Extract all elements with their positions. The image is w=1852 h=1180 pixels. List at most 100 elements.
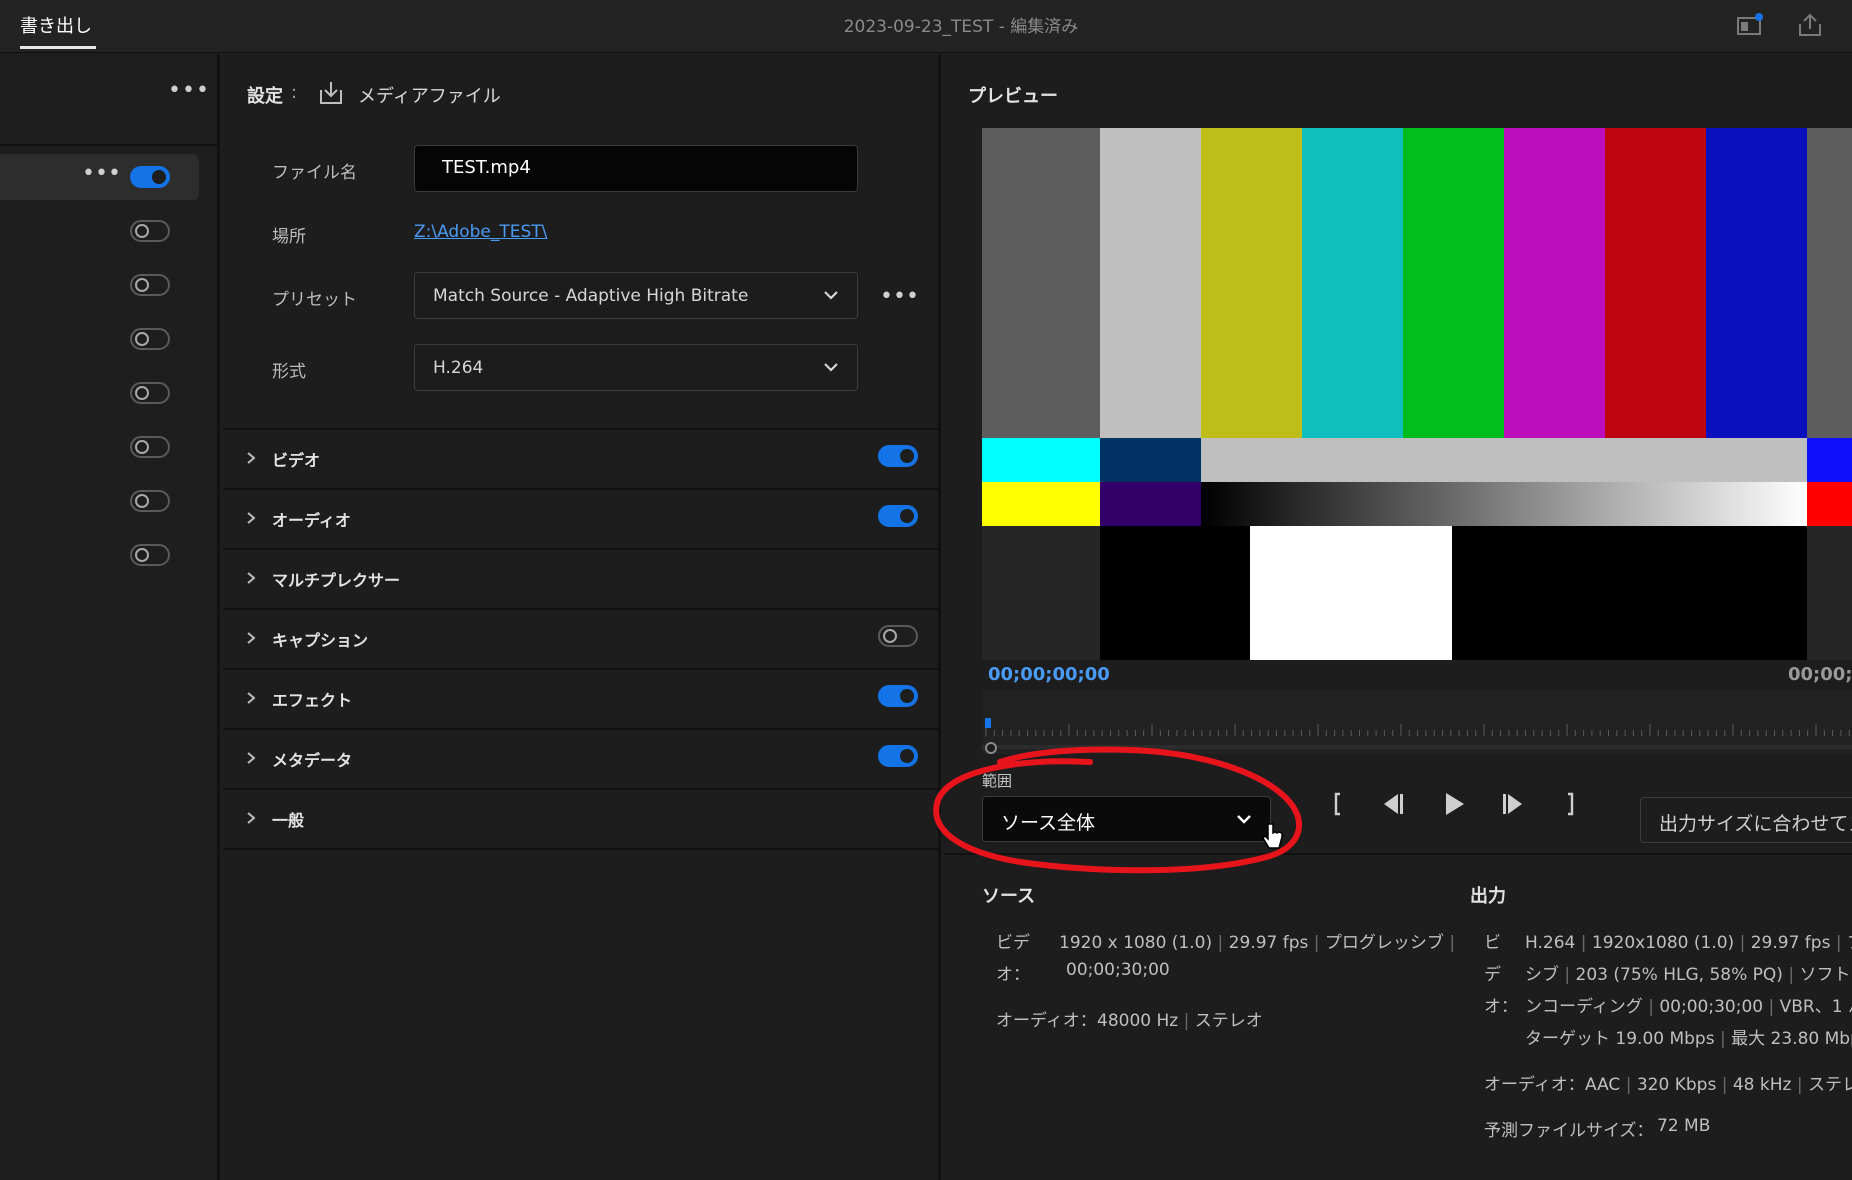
output-filesize-value: 72 MB [1657,1116,1711,1136]
chevron-down-icon [1237,815,1251,824]
scale-to-fit-label: 出力サイズに合わせてス [1659,813,1852,835]
play-icon[interactable] [1438,788,1470,820]
scale-to-fit-select[interactable]: 出力サイズに合わせてス [1640,797,1852,843]
queue-item-toggle[interactable] [130,166,170,188]
output-video-line3: ンコーディング | 00;00;30;00 | VBR、1 パ [1525,997,1852,1017]
chevron-right-icon[interactable] [244,751,258,765]
chevron-down-icon [824,291,838,300]
preset-select[interactable]: Match Source - Adaptive High Bitrate [414,272,858,319]
settings-colon: : [291,82,298,103]
divider [223,728,941,730]
queue-item-toggle[interactable] [130,544,170,566]
document-title: 2023-09-23_TEST - 編集済み [843,17,1079,37]
cursor-hand-icon [1262,823,1283,849]
divider [223,608,941,610]
source-video-line1: 1920 x 1080 (1.0) | 29.97 fps | プログレッシブ … [1059,933,1456,953]
mark-in-icon[interactable] [1322,788,1354,820]
divider [223,848,941,850]
settings-heading: 設定 [247,86,283,107]
output-audio-label: オーディオ： [1484,1075,1585,1095]
location-label: 場所 [272,227,306,247]
preset-value: Match Source - Adaptive High Bitrate [433,286,749,306]
divider [944,853,1852,855]
timecode-current: 00;00;00;00 [988,664,1110,685]
source-video-duration: 00;00;30;00 [1066,960,1170,980]
share-icon[interactable] [1796,12,1824,38]
source-audio-value: 48000 Hz | ステレオ [1097,1011,1263,1031]
export-queue-panel [0,54,220,1180]
step-forward-icon[interactable] [1496,788,1528,820]
chevron-right-icon[interactable] [244,811,258,825]
section-toggle[interactable] [878,745,918,767]
source-heading: ソース [982,886,1036,907]
section-label[interactable]: マルチプレクサー [272,567,400,591]
timecode-duration: 00;00; [1788,664,1852,685]
queue-more-icon[interactable]: ••• [168,78,210,103]
section-toggle[interactable] [878,445,918,467]
output-video-line2: シブ | 203 (75% HLG, 58% PQ) | ソフトウ [1525,965,1852,985]
section-label[interactable]: ビデオ [272,447,320,471]
destination-media-file[interactable]: メディアファイル [358,82,501,108]
mark-out-icon[interactable] [1554,788,1586,820]
queue-item-toggle[interactable] [130,274,170,296]
range-value: ソース全体 [1001,812,1096,834]
section-label[interactable]: オーディオ [272,507,351,531]
format-value: H.264 [433,358,484,378]
chevron-down-icon [824,363,838,372]
section-toggle[interactable] [878,625,918,647]
preview-title: プレビュー [968,86,1058,107]
queue-item-toggle[interactable] [130,490,170,512]
range-label: 範囲 [982,772,1013,790]
output-video-label-3: オ： [1484,997,1518,1017]
section-label[interactable]: キャプション [272,627,368,651]
source-video-label-2: オ： [996,965,1030,985]
queue-item-toggle[interactable] [130,220,170,242]
section-toggle[interactable] [878,685,918,707]
output-video-label-2: デ [1484,965,1501,985]
chevron-right-icon[interactable] [244,691,258,705]
section-label[interactable]: メタデータ [272,747,352,771]
output-filesize-label: 予測ファイルサイズ： [1484,1121,1654,1141]
location-link[interactable]: Z:\Adobe_TEST\ [414,222,547,242]
chevron-right-icon[interactable] [244,571,258,585]
divider [223,488,941,490]
divider [223,428,941,430]
chevron-right-icon[interactable] [244,631,258,645]
section-label[interactable]: 一般 [272,807,304,831]
filename-label: ファイル名 [272,163,357,183]
output-audio-value: AAC | 320 Kbps | 48 kHz | ステレ [1585,1075,1852,1095]
timeline-scrubber[interactable] [982,690,1852,754]
output-video-line4: ターゲット 19.00 Mbps | 最大 23.80 Mbps [1525,1029,1852,1049]
row-more-icon[interactable]: ••• [82,161,121,186]
source-video-label-1: ビデ [996,933,1030,953]
chevron-right-icon[interactable] [244,511,258,525]
divider [223,788,941,790]
divider [223,548,941,550]
format-select[interactable]: H.264 [414,344,858,391]
queue-item-toggle[interactable] [130,328,170,350]
queue-item-toggle[interactable] [130,436,170,458]
queue-item-toggle[interactable] [130,382,170,404]
section-toggle[interactable] [878,505,918,527]
divider [0,144,220,146]
preset-more-icon[interactable]: ••• [880,284,919,309]
playhead-icon [985,718,991,728]
panel-layout-icon[interactable] [1736,12,1764,38]
filename-input[interactable]: TEST.mp4 [414,145,858,192]
output-heading: 出力 [1470,886,1506,907]
format-label: 形式 [272,362,306,382]
video-preview [982,128,1852,660]
divider [223,668,941,670]
section-label[interactable]: エフェクト [272,687,352,711]
output-video-label-1: ビ [1484,933,1501,953]
source-audio-label: オーディオ： [996,1011,1097,1031]
preset-label: プリセット [272,290,357,310]
range-select[interactable]: ソース全体 [982,796,1271,842]
output-video-line1: H.264 | 1920x1080 (1.0) | 29.97 fps | プロ [1525,933,1852,953]
settings-panel [223,54,941,1180]
tab-active-indicator [20,46,96,49]
download-icon [320,82,342,104]
chevron-right-icon[interactable] [244,451,258,465]
step-back-icon[interactable] [1378,788,1410,820]
filename-value: TEST.mp4 [442,157,531,178]
